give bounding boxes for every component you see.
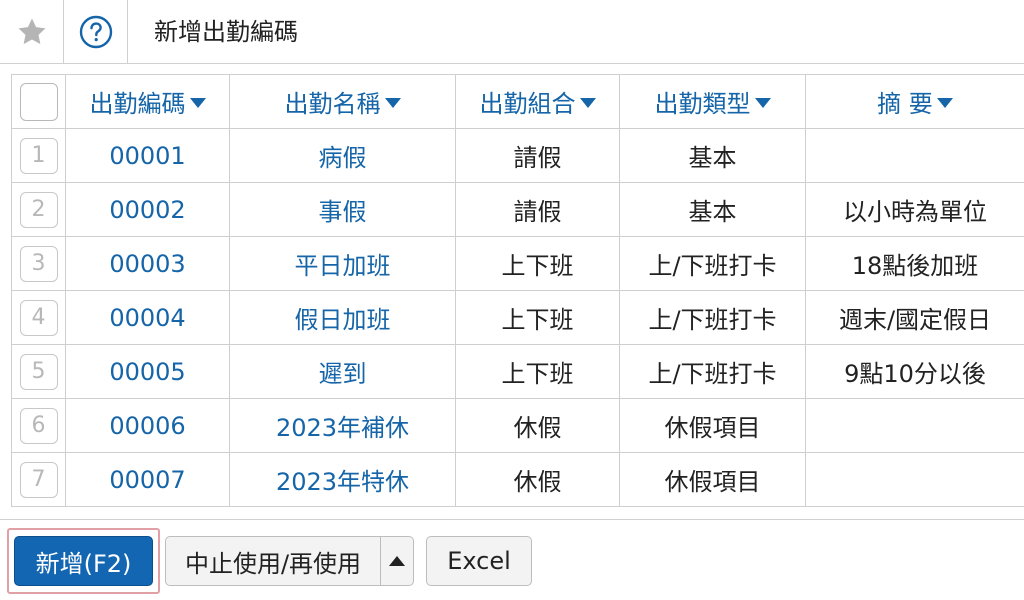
top-bar: 新增出勤編碼 xyxy=(0,0,1024,64)
type-cell: 休假項目 xyxy=(619,398,806,453)
name-link[interactable]: 平日加班 xyxy=(229,236,456,291)
select-all-cell[interactable] xyxy=(11,74,66,129)
row-number-checkbox[interactable]: 1 xyxy=(19,137,58,174)
column-header-group[interactable]: 出勤組合 xyxy=(455,74,620,129)
table-row: 6 00006 2023年補休 休假 休假項目 xyxy=(11,398,1024,453)
sort-caret-icon xyxy=(936,98,953,108)
page-title: 新增出勤編碼 xyxy=(154,18,298,46)
name-link[interactable]: 事假 xyxy=(229,182,456,237)
group-cell: 休假 xyxy=(455,398,620,453)
column-header-type[interactable]: 出勤類型 xyxy=(619,74,806,129)
sort-caret-icon xyxy=(754,98,771,108)
table-row: 7 00007 2023年特休 休假 休假項目 xyxy=(11,452,1024,507)
column-header-code[interactable]: 出勤編碼 xyxy=(65,74,230,129)
summary-cell: 18點後加班 xyxy=(805,236,1024,291)
column-header-summary[interactable]: 摘 要 xyxy=(805,74,1024,129)
stop-reuse-button[interactable]: 中止使用/再使用 xyxy=(165,536,381,586)
type-cell: 上/下班打卡 xyxy=(619,236,806,291)
favorite-button[interactable] xyxy=(0,0,64,64)
summary-cell xyxy=(805,398,1024,453)
summary-cell xyxy=(805,128,1024,183)
name-link[interactable]: 2023年補休 xyxy=(229,398,456,453)
group-cell: 請假 xyxy=(455,182,620,237)
group-cell: 上下班 xyxy=(455,236,620,291)
summary-cell: 以小時為單位 xyxy=(805,182,1024,237)
code-link[interactable]: 00005 xyxy=(65,344,230,399)
code-link[interactable]: 00001 xyxy=(65,128,230,183)
row-select-cell[interactable]: 1 xyxy=(11,128,66,183)
group-cell: 上下班 xyxy=(455,290,620,345)
name-link[interactable]: 假日加班 xyxy=(229,290,456,345)
summary-cell: 9點10分以後 xyxy=(805,344,1024,399)
caret-up-icon xyxy=(389,556,405,566)
question-circle-icon xyxy=(79,15,112,49)
column-header-name[interactable]: 出勤名稱 xyxy=(229,74,456,129)
row-select-cell[interactable]: 2 xyxy=(11,182,66,237)
row-select-cell[interactable]: 4 xyxy=(11,290,66,345)
summary-cell: 週末/國定假日 xyxy=(805,290,1024,345)
table-row: 3 00003 平日加班 上下班 上/下班打卡 18點後加班 xyxy=(11,236,1024,291)
table-row: 4 00004 假日加班 上下班 上/下班打卡 週末/國定假日 xyxy=(11,290,1024,345)
table-header-row: 出勤編碼 出勤名稱 出勤組合 出勤類型 摘 要 xyxy=(11,74,1024,129)
attendance-code-grid: 出勤編碼 出勤名稱 出勤組合 出勤類型 摘 要 1 00001 病假 請假 基本… xyxy=(11,74,1024,507)
type-cell: 基本 xyxy=(619,128,806,183)
name-link[interactable]: 遲到 xyxy=(229,344,456,399)
row-select-cell[interactable]: 7 xyxy=(11,452,66,507)
type-cell: 基本 xyxy=(619,182,806,237)
group-cell: 上下班 xyxy=(455,344,620,399)
row-number-checkbox[interactable]: 3 xyxy=(19,245,58,282)
sort-caret-icon xyxy=(189,98,206,108)
row-number-checkbox[interactable]: 5 xyxy=(19,353,58,390)
table-row: 5 00005 遲到 上下班 上/下班打卡 9點10分以後 xyxy=(11,344,1024,399)
code-link[interactable]: 00004 xyxy=(65,290,230,345)
summary-cell xyxy=(805,452,1024,507)
type-cell: 休假項目 xyxy=(619,452,806,507)
code-link[interactable]: 00006 xyxy=(65,398,230,453)
stop-reuse-dropdown-toggle[interactable] xyxy=(380,536,414,586)
table-row: 2 00002 事假 請假 基本 以小時為單位 xyxy=(11,182,1024,237)
type-cell: 上/下班打卡 xyxy=(619,344,806,399)
row-number-checkbox[interactable]: 2 xyxy=(19,191,58,228)
row-number-checkbox[interactable]: 7 xyxy=(19,461,58,498)
type-cell: 上/下班打卡 xyxy=(619,290,806,345)
attendance-table: 出勤編碼 出勤名稱 出勤組合 出勤類型 摘 要 1 00001 病假 請假 基本… xyxy=(11,74,1024,507)
row-select-cell[interactable]: 5 xyxy=(11,344,66,399)
code-link[interactable]: 00003 xyxy=(65,236,230,291)
star-icon xyxy=(18,18,45,45)
code-link[interactable]: 00007 xyxy=(65,452,230,507)
sort-caret-icon xyxy=(384,98,401,108)
sort-caret-icon xyxy=(579,98,596,108)
row-number-checkbox[interactable]: 6 xyxy=(19,407,58,444)
name-link[interactable]: 2023年特休 xyxy=(229,452,456,507)
row-select-cell[interactable]: 3 xyxy=(11,236,66,291)
table-row: 1 00001 病假 請假 基本 xyxy=(11,128,1024,183)
name-link[interactable]: 病假 xyxy=(229,128,456,183)
select-all-checkbox[interactable] xyxy=(19,82,58,121)
excel-export-button[interactable]: Excel xyxy=(426,536,532,586)
group-cell: 請假 xyxy=(455,128,620,183)
group-cell: 休假 xyxy=(455,452,620,507)
row-number-checkbox[interactable]: 4 xyxy=(19,299,58,336)
add-button[interactable]: 新增(F2) xyxy=(14,536,153,586)
row-select-cell[interactable]: 6 xyxy=(11,398,66,453)
help-button[interactable] xyxy=(64,0,128,64)
code-link[interactable]: 00002 xyxy=(65,182,230,237)
